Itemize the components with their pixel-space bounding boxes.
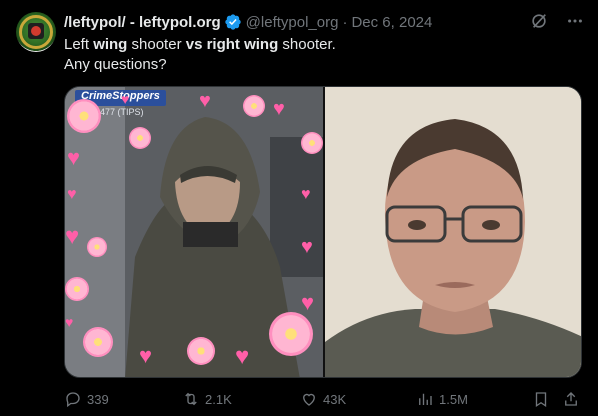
reply-icon [66, 392, 80, 408]
media-image-left[interactable]: CrimeStoppers 100-8477 (TIPS) ♥ ♥ ♥ ♥ ♥ … [65, 87, 323, 377]
flower-sticker [65, 277, 89, 301]
repost-icon [185, 392, 197, 406]
like-button[interactable]: 43K [300, 390, 346, 408]
flower-sticker [269, 312, 313, 356]
heart-sticker-icon: ♥ [235, 343, 250, 370]
display-name[interactable]: /leftypol/ - leftypol.org [64, 14, 221, 31]
bookmark-icon [535, 392, 547, 408]
more-icon[interactable] [566, 12, 584, 30]
heart-sticker-icon: ♥ [139, 343, 153, 368]
tweet-text-line-2: Any questions? [64, 56, 167, 73]
views-button[interactable]: 1.5M [416, 390, 468, 408]
verified-badge-icon [224, 13, 242, 31]
header-actions [530, 12, 584, 30]
like-icon [303, 393, 315, 406]
repost-count: 2.1K [205, 391, 232, 407]
views-icon [419, 393, 432, 405]
like-count: 43K [323, 391, 347, 407]
flower-sticker [67, 99, 101, 133]
heart-sticker-icon: ♥ [121, 91, 130, 107]
tweet-text-line-1: Left wing shooter vs right wing shooter. [64, 36, 336, 53]
heart-sticker-icon: ♥ [273, 98, 285, 120]
portrait-illustration [325, 87, 581, 377]
flower-sticker [187, 337, 215, 365]
flower-sticker [243, 95, 265, 117]
flower-sticker [129, 127, 151, 149]
heart-sticker-icon: ♥ [65, 223, 80, 250]
tweet-text: Left wing shooter vs right wing shooter.… [64, 35, 336, 75]
repost-button[interactable]: 2.1K [182, 390, 232, 408]
share-button[interactable] [562, 390, 580, 408]
reply-button[interactable]: 339 [64, 390, 109, 408]
tweet-media[interactable]: CrimeStoppers 100-8477 (TIPS) ♥ ♥ ♥ ♥ ♥ … [64, 86, 582, 378]
flower-sticker [83, 327, 113, 357]
tweet[interactable]: /leftypol/ - leftypol.org @leftypol_org … [0, 0, 598, 416]
bookmark-button[interactable] [532, 390, 550, 408]
tweet-header: /leftypol/ - leftypol.org @leftypol_org … [64, 12, 432, 32]
share-icon [565, 392, 577, 406]
heart-sticker-icon: ♥ [199, 90, 211, 112]
heart-sticker-icon: ♥ [67, 145, 81, 170]
views-count: 1.5M [439, 391, 468, 407]
flower-sticker [87, 237, 107, 257]
handle[interactable]: @leftypol_org [246, 14, 339, 31]
avatar[interactable] [16, 12, 56, 52]
tweet-actions: 339 2.1K 43K 1.5M [64, 388, 582, 412]
reply-count: 339 [87, 391, 109, 407]
tweet-date[interactable]: Dec 6, 2024 [351, 14, 432, 31]
flower-sticker [301, 132, 323, 154]
heart-sticker-icon: ♥ [301, 290, 315, 315]
grok-icon[interactable] [530, 12, 548, 30]
heart-sticker-icon: ♥ [67, 186, 77, 203]
separator-dot: · [342, 13, 348, 31]
heart-sticker-icon: ♥ [65, 314, 74, 330]
heart-sticker-icon: ♥ [301, 186, 311, 203]
avatar-emblem-dot [31, 26, 41, 36]
heart-sticker-icon: ♥ [301, 236, 313, 258]
media-image-right[interactable] [325, 87, 581, 377]
